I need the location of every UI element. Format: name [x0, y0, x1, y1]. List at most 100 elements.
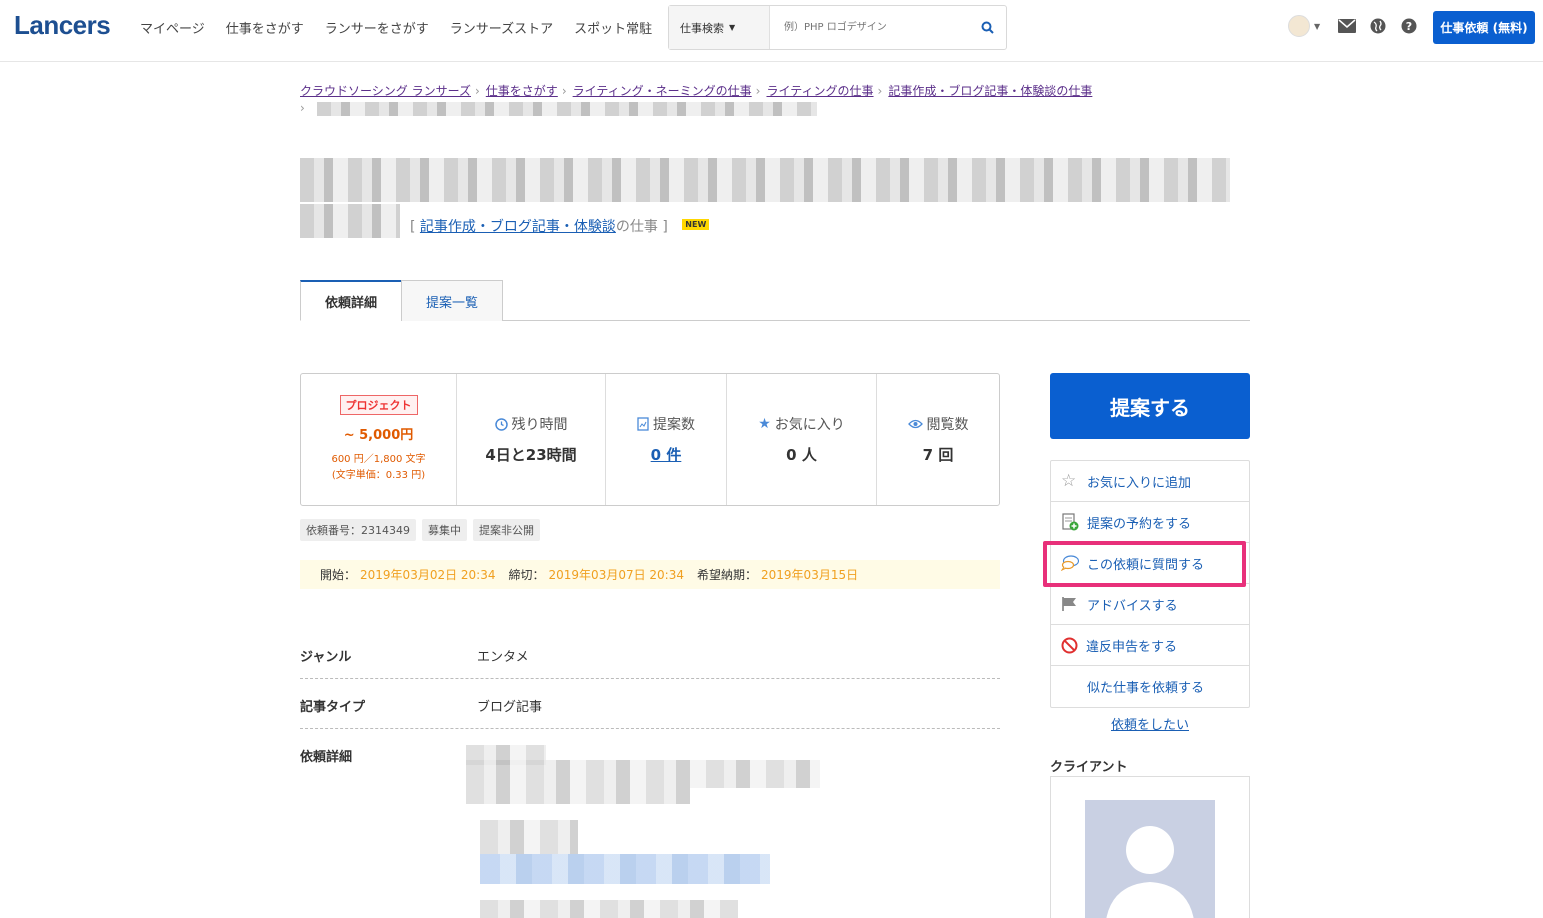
due-date: 2019年03月15日	[761, 568, 859, 582]
mail-icon[interactable]	[1337, 16, 1357, 36]
clock-icon	[494, 417, 508, 431]
breadcrumb-link[interactable]: クラウドソーシング ランサーズ	[300, 84, 471, 98]
tab-detail[interactable]: 依頼詳細	[300, 280, 402, 321]
star-icon: ★	[758, 416, 771, 432]
propose-button[interactable]: 提案する	[1050, 373, 1250, 439]
breadcrumb-separator: ›	[474, 84, 480, 98]
main-nav: マイページ 仕事をさがす ランサーをさがす ランサーズストア スポット常駐	[140, 18, 673, 37]
nav-find-jobs[interactable]: 仕事をさがす	[226, 18, 304, 37]
want-to-request-link[interactable]: 依頼をしたい	[1050, 714, 1250, 733]
due-label: 希望納期：	[697, 568, 758, 582]
action-label: 似た仕事を依頼する	[1087, 681, 1205, 696]
header-icons: ▼ ?	[1288, 15, 1419, 37]
breadcrumb: クラウドソーシング ランサーズ › 仕事をさがす › ライティング・ネーミングの仕事 › ラ…	[300, 81, 1250, 101]
search-input[interactable]	[770, 6, 968, 49]
search-bar: 仕事検索 ▼	[668, 5, 1007, 50]
price-per-chars: 600 円／1,800 文字	[331, 454, 426, 465]
project-badge: プロジェクト	[339, 395, 418, 415]
user-avatar[interactable]	[1288, 15, 1310, 37]
breadcrumb-separator: ›	[877, 84, 883, 98]
remaining-value: 4日と23時間	[485, 446, 577, 464]
breadcrumb-link[interactable]: ライティングの仕事	[766, 84, 873, 98]
job-id-tag: 依頼番号：2314349	[300, 519, 416, 541]
help-icon[interactable]: ?	[1399, 16, 1419, 36]
job-tags: 依頼番号：2314349 募集中 提案非公開	[300, 519, 540, 541]
job-stats-box: プロジェクト ~ 5,000円 600 円／1,800 文字 (文字単価：0.3…	[300, 373, 1000, 506]
proposals-label: 提案数	[653, 417, 695, 433]
divider	[300, 728, 1000, 729]
description-label: 依頼詳細	[300, 750, 353, 765]
search-category-select[interactable]: 仕事検索 ▼	[669, 6, 770, 49]
svg-text:?: ?	[1406, 20, 1412, 33]
add-favorite-action[interactable]: ☆ お気に入りに追加	[1051, 461, 1249, 502]
stat-proposals: 提案数 0 件	[606, 374, 727, 505]
report-violation-action[interactable]: 違反申告をする	[1051, 625, 1249, 666]
breadcrumb-link[interactable]: 記事作成・ブログ記事・体験談の仕事	[888, 84, 1092, 98]
breadcrumb-link[interactable]: 仕事をさがす	[486, 84, 558, 98]
views-value: 7 回	[922, 446, 954, 464]
action-label: 提案の予約をする	[1087, 516, 1192, 532]
search-category-label: 仕事検索	[680, 21, 724, 35]
stat-remaining: 残り時間 4日と23時間	[457, 374, 606, 505]
request-similar-action[interactable]: 似た仕事を依頼する	[1051, 666, 1249, 707]
blurred-text	[466, 760, 820, 788]
blurred-text	[316, 101, 817, 116]
document-plus-icon	[1062, 513, 1079, 531]
post-job-button[interactable]: 仕事依頼 (無料)	[1433, 11, 1535, 44]
blurred-text	[480, 820, 578, 854]
genre-value: エンタメ	[477, 650, 529, 665]
person-silhouette-icon	[1106, 826, 1194, 918]
breadcrumb-link[interactable]: ライティング・ネーミングの仕事	[573, 84, 752, 98]
job-dates: 開始： 2019年03月02日 20:34 締切： 2019年03月07日 20:3…	[300, 560, 1000, 589]
advice-action[interactable]: アドバイスする	[1051, 584, 1249, 625]
divider	[300, 678, 1000, 679]
lancers-logo[interactable]: Lancers	[14, 10, 111, 41]
eye-icon	[907, 419, 923, 429]
proposals-count-link[interactable]: 0 件	[651, 444, 682, 465]
document-icon	[637, 417, 649, 431]
top-header: Lancers マイページ 仕事をさがす ランサーをさがす ランサーズストア ス…	[0, 0, 1543, 62]
action-label: アドバイスする	[1087, 598, 1178, 614]
stat-favorites: ★ お気に入り 0 人	[727, 374, 877, 505]
client-card	[1050, 776, 1250, 918]
nav-mypage[interactable]: マイページ	[140, 18, 205, 37]
remaining-label: 残り時間	[511, 417, 568, 433]
nav-find-lancers[interactable]: ランサーをさがす	[325, 18, 429, 37]
category-bracket-open: [	[410, 219, 416, 235]
job-actions-menu: ☆ お気に入りに追加 提案の予約をする この依頼に質問する アドバイスする 違反…	[1050, 460, 1250, 708]
favorites-value: 0 人	[786, 446, 817, 464]
stat-label: ★ お気に入り	[758, 414, 845, 434]
search-icon	[981, 21, 994, 34]
chevron-down-icon[interactable]: ▼	[1314, 22, 1320, 31]
visibility-badge: 提案非公開	[473, 519, 540, 541]
action-label: この依頼に質問する	[1087, 557, 1205, 573]
nav-spot[interactable]: スポット常駐	[574, 18, 652, 37]
client-avatar[interactable]	[1085, 800, 1215, 918]
client-heading: クライアント	[1050, 760, 1128, 775]
search-button[interactable]	[968, 6, 1006, 49]
price-value: ~ 5,000円	[343, 428, 414, 443]
views-label: 閲覧数	[926, 417, 969, 433]
stat-label: 残り時間	[494, 414, 568, 434]
star-outline-icon: ☆	[1061, 471, 1077, 491]
prohibited-icon	[1061, 637, 1078, 653]
end-date: 2019年03月07日 20:34	[548, 568, 684, 582]
stat-label: 提案数	[637, 414, 695, 434]
stat-views: 閲覧数 7 回	[877, 374, 999, 505]
favorites-label: お気に入り	[774, 417, 845, 433]
globe-icon[interactable]	[1368, 16, 1388, 36]
status-badge: 募集中	[422, 519, 467, 541]
breadcrumb-separator: ›	[755, 84, 761, 98]
breadcrumb-separator: ›	[300, 101, 305, 115]
stat-price: プロジェクト ~ 5,000円 600 円／1,800 文字 (文字単価：0.3…	[301, 374, 457, 505]
speech-bubble-icon	[1061, 555, 1079, 571]
blurred-link	[480, 854, 770, 884]
ask-question-action[interactable]: この依頼に質問する	[1051, 543, 1249, 584]
blurred-text	[466, 788, 690, 804]
reserve-proposal-action[interactable]: 提案の予約をする	[1051, 502, 1249, 543]
nav-store[interactable]: ランサーズストア	[450, 18, 553, 37]
breadcrumb-current: ›	[300, 101, 817, 116]
tab-proposals[interactable]: 提案一覧	[401, 280, 503, 321]
category-link[interactable]: 記事作成・ブログ記事・体験談	[420, 219, 616, 235]
category-suffix: の仕事 ]	[615, 219, 668, 235]
